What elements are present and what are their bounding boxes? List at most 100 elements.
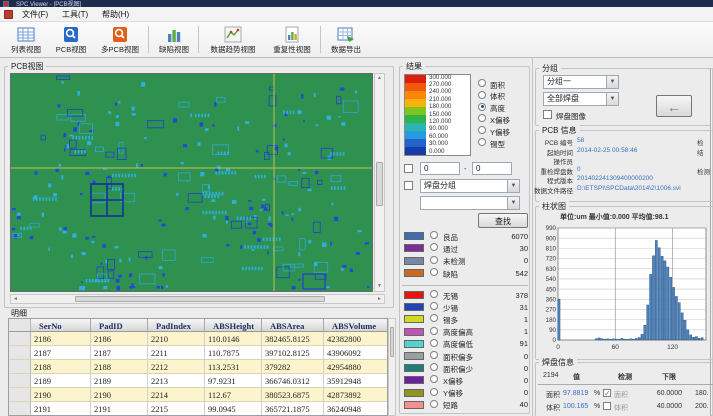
table-row-cell[interactable]: 97.9231 bbox=[205, 374, 262, 388]
table-row-cell[interactable]: 36240948 bbox=[324, 402, 388, 416]
pad-info-upper-limit-clipped: 200. bbox=[695, 403, 713, 410]
search-button[interactable]: 查找 bbox=[478, 213, 528, 228]
scroll-right-icon[interactable]: ► bbox=[377, 297, 382, 302]
table-row-cell[interactable]: 110.7875 bbox=[205, 346, 262, 360]
group-select[interactable]: 分组一▼ bbox=[543, 75, 619, 89]
metric-radio-体积[interactable] bbox=[478, 91, 486, 99]
table-row-cell[interactable]: 397102.8125 bbox=[262, 346, 324, 360]
colorscale-tick-label: 150.000 bbox=[429, 111, 451, 118]
table-row-cell[interactable]: 2190 bbox=[31, 388, 91, 402]
table-row-cell[interactable]: 2215 bbox=[148, 402, 205, 416]
legend-radio-高度偏低[interactable] bbox=[430, 339, 438, 347]
table-row-cell[interactable]: 2189 bbox=[31, 374, 91, 388]
table-row-cell[interactable]: 42954880 bbox=[324, 360, 388, 374]
chevron-down-icon[interactable]: ▼ bbox=[507, 197, 519, 209]
back-arrow-button[interactable]: ← bbox=[656, 95, 692, 117]
details-row-selector[interactable] bbox=[9, 402, 31, 416]
pcb-vertical-scrollbar[interactable]: ▲ ▼ bbox=[374, 73, 385, 292]
table-row-cell[interactable]: 2191 bbox=[91, 402, 148, 416]
details-scrollbar[interactable] bbox=[388, 318, 396, 416]
table-row-cell[interactable]: 42382800 bbox=[324, 332, 388, 346]
table-row-cell[interactable]: 99.0945 bbox=[205, 402, 262, 416]
table-row-cell[interactable]: 2211 bbox=[148, 346, 205, 360]
menu-item-3[interactable]: 帮助(H) bbox=[96, 9, 135, 21]
table-row-cell[interactable]: 2186 bbox=[31, 332, 91, 346]
table-row-cell[interactable]: 112.67 bbox=[205, 388, 262, 402]
legend-label: 高度偏低 bbox=[443, 339, 473, 350]
table-row-cell[interactable]: 2213 bbox=[148, 374, 205, 388]
chevron-down-icon[interactable]: ▼ bbox=[606, 76, 618, 88]
legend-radio-Y偏移[interactable] bbox=[430, 388, 438, 396]
menu-item-2[interactable]: 工具(T) bbox=[56, 9, 94, 21]
toolbar-button-7[interactable]: 数据导出 bbox=[324, 24, 368, 56]
details-scroll-thumb[interactable] bbox=[390, 327, 394, 357]
toolbar-button-6[interactable]: 重复性视图 bbox=[266, 24, 318, 56]
table-row-cell[interactable]: 42873892 bbox=[324, 388, 388, 402]
table-row-cell[interactable]: 35912948 bbox=[324, 374, 388, 388]
range-to-input[interactable]: 0 bbox=[472, 162, 512, 175]
colorscale-band bbox=[405, 83, 426, 91]
table-row-cell[interactable]: 2191 bbox=[31, 402, 91, 416]
legend-count: 1 bbox=[486, 315, 528, 324]
table-row-cell[interactable]: 2212 bbox=[148, 360, 205, 374]
table-row-cell[interactable]: 113.2531 bbox=[205, 360, 262, 374]
table-row-cell[interactable]: 2187 bbox=[31, 346, 91, 360]
table-row-cell[interactable]: 380523.6875 bbox=[262, 388, 324, 402]
metric-radio-面积[interactable] bbox=[478, 79, 486, 87]
pad-info-check-体积[interactable] bbox=[603, 402, 611, 410]
legend-radio-良品[interactable] bbox=[430, 231, 438, 239]
chevron-down-icon[interactable]: ▼ bbox=[606, 93, 618, 105]
pad-info-check-面积[interactable]: ✓ bbox=[603, 389, 611, 397]
legend-radio-面积偏多[interactable] bbox=[430, 351, 438, 359]
toolbar-button-1[interactable]: 列表视图 bbox=[4, 24, 48, 56]
pcb-horizontal-scrollbar[interactable]: ◄ ► bbox=[10, 294, 385, 304]
table-row-cell[interactable]: 2186 bbox=[91, 332, 148, 346]
details-row-selector[interactable] bbox=[9, 360, 31, 374]
pad-group-checkbox[interactable] bbox=[404, 181, 413, 190]
legend-radio-短路[interactable] bbox=[430, 400, 438, 408]
pad-image-checkbox[interactable] bbox=[543, 110, 552, 119]
menu-item-1[interactable]: 文件(F) bbox=[16, 9, 54, 21]
scroll-up-icon[interactable]: ▲ bbox=[377, 76, 382, 81]
metric-radio-锡型[interactable] bbox=[478, 138, 486, 146]
table-row-cell[interactable]: 110.0146 bbox=[205, 332, 262, 346]
table-row-cell[interactable]: 2188 bbox=[91, 360, 148, 374]
table-row-cell[interactable]: 2188 bbox=[31, 360, 91, 374]
legend-radio-无锡[interactable] bbox=[430, 290, 438, 298]
details-row-selector[interactable] bbox=[9, 374, 31, 388]
range-filter-checkbox[interactable] bbox=[404, 164, 413, 173]
scroll-down-icon[interactable]: ▼ bbox=[377, 284, 382, 289]
table-row-cell[interactable]: 2190 bbox=[91, 388, 148, 402]
range-from-input[interactable]: 0 bbox=[420, 162, 460, 175]
table-row-cell[interactable]: 365721.1875 bbox=[262, 402, 324, 416]
table-row-cell[interactable]: 366746.0312 bbox=[262, 374, 324, 388]
toolbar-button-5[interactable]: 数据趋势视图 bbox=[202, 24, 264, 56]
table-row-cell[interactable]: 2210 bbox=[148, 332, 205, 346]
table-row-cell[interactable]: 379282 bbox=[262, 360, 324, 374]
metric-radio-高度[interactable] bbox=[478, 103, 486, 111]
pad-select[interactable]: 全部焊盘▼ bbox=[543, 92, 619, 106]
table-row-cell[interactable]: 2214 bbox=[148, 388, 205, 402]
pcb-hscroll-thumb[interactable] bbox=[75, 296, 325, 302]
toolbar-button-2[interactable]: PCB视图 bbox=[50, 24, 92, 56]
table-row-cell[interactable]: 2189 bbox=[91, 374, 148, 388]
pad-subgroup-select[interactable]: ▼ bbox=[420, 196, 520, 210]
pcb-vscroll-thumb[interactable] bbox=[376, 162, 383, 206]
toolbar-button-4[interactable]: 缺陷视图 bbox=[152, 24, 196, 56]
details-row-selector[interactable] bbox=[9, 346, 31, 360]
table-row-cell[interactable]: 43906092 bbox=[324, 346, 388, 360]
toolbar-button-3[interactable]: 多PCB视图 bbox=[94, 24, 146, 56]
legend-swatch bbox=[404, 352, 424, 360]
scroll-left-icon[interactable]: ◄ bbox=[13, 297, 18, 302]
pcb-canvas[interactable] bbox=[10, 73, 373, 292]
details-row-selector[interactable] bbox=[9, 388, 31, 402]
pad-group-select[interactable]: 焊盘分组▼ bbox=[420, 179, 520, 193]
legend-radio-高度偏高[interactable] bbox=[430, 327, 438, 335]
table-row-cell[interactable]: 2187 bbox=[91, 346, 148, 360]
legend-radio-未检测[interactable] bbox=[430, 256, 438, 264]
table-row-cell[interactable]: 382465.8125 bbox=[262, 332, 324, 346]
metric-radio-label: X偏移 bbox=[490, 115, 510, 126]
svg-text:630: 630 bbox=[546, 266, 557, 273]
chevron-down-icon[interactable]: ▼ bbox=[507, 180, 519, 192]
details-row-selector[interactable] bbox=[9, 332, 31, 346]
